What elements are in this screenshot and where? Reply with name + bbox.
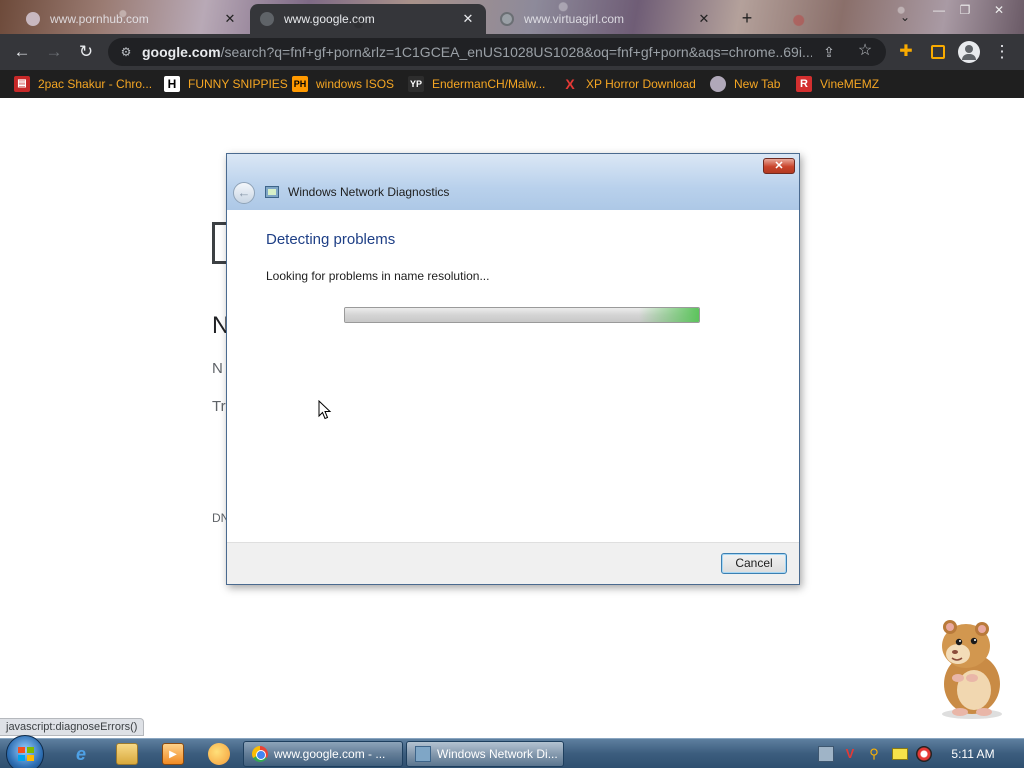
address-bar[interactable]: ⚙ google.com/search?q=fnf+gf+porn&rlz=1C… <box>108 38 886 66</box>
windows-logo-icon <box>18 747 34 761</box>
taskbar: e ▶ www.google.com - ... Windows Network… <box>0 735 1024 768</box>
message-tray-icon[interactable] <box>892 748 908 760</box>
url-text[interactable]: google.com/search?q=fnf+gf+porn&rlz=1C1G… <box>142 43 812 61</box>
bookmark-label: New Tab <box>734 77 781 91</box>
extensions-icon[interactable]: ✚ <box>894 40 918 64</box>
bookmark-label: EndermanCH/Malw... <box>432 77 546 91</box>
browser-menu-button[interactable]: ⋮ <box>990 40 1014 64</box>
network-diagnostics-dialog: ✕ ← Windows Network Diagnostics Detectin… <box>226 153 800 585</box>
site-info-icon[interactable]: ⚙ <box>118 44 134 60</box>
progress-fill <box>345 308 699 322</box>
bookmark-label: VineMEMZ <box>820 77 880 91</box>
progress-bar <box>344 307 700 323</box>
minimize-window-button[interactable]: — <box>928 2 950 18</box>
close-window-button[interactable]: ✕ <box>988 2 1010 18</box>
restore-window-button[interactable]: ❐ <box>954 2 976 18</box>
bookmark-vinememz[interactable]: R VineMEMZ <box>796 75 879 93</box>
taskbar-item-network-diagnostics[interactable]: Windows Network Di... <box>406 741 564 767</box>
tab-search-button[interactable]: ⌄ <box>896 8 914 26</box>
tab-title: www.virtuagirl.com <box>524 12 625 26</box>
close-tab-icon[interactable]: ✕ <box>460 11 476 27</box>
globe-icon <box>500 12 514 26</box>
network-diagnostics-icon <box>265 186 279 198</box>
side-panel-icon[interactable] <box>926 40 950 64</box>
status-bubble: javascript:diagnoseErrors() <box>0 718 145 736</box>
bookmark-favicon-icon: X <box>565 76 575 92</box>
taskbar-item-label: www.google.com - ... <box>274 747 386 761</box>
chrome-icon <box>252 746 268 762</box>
tab-favicon <box>26 12 40 26</box>
antivirus-tray-icon[interactable]: V <box>842 746 858 762</box>
dialog-heading: Detecting problems <box>266 231 396 248</box>
bookmark-label: XP Horror Download <box>586 77 696 91</box>
network-tray-icon[interactable] <box>818 746 834 762</box>
close-tab-icon[interactable]: ✕ <box>222 11 238 27</box>
bookmark-label: FUNNY SNIPPIES <box>188 77 288 91</box>
dialog-close-button[interactable]: ✕ <box>763 158 795 174</box>
bookmark-favicon-icon: YP <box>408 76 424 92</box>
tab-title: www.google.com <box>284 12 375 26</box>
tab-title: www.pornhub.com <box>50 12 149 26</box>
back-button[interactable]: ← <box>10 40 34 64</box>
bookmark-endermanch[interactable]: YP EndermanCH/Malw... <box>408 75 545 93</box>
internet-explorer-icon[interactable]: e <box>70 743 92 765</box>
tab-strip: www.pornhub.com ✕ www.google.com ✕ www.v… <box>0 0 1024 34</box>
bookmark-funny-snippies[interactable]: H FUNNY SNIPPIES <box>164 75 288 93</box>
bookmark-label: 2pac Shakur - Chro... <box>38 77 153 91</box>
start-button[interactable] <box>6 735 44 768</box>
bookmark-2pac[interactable]: ▤ 2pac Shakur - Chro... <box>14 75 152 93</box>
dialog-status-text: Looking for problems in name resolution.… <box>266 269 490 283</box>
file-explorer-icon[interactable] <box>116 743 138 765</box>
browser-toolbar: ← → ↻ ⚙ google.com/search?q=fnf+gf+porn&… <box>0 34 1024 70</box>
bookmark-windows-isos[interactable]: PH windows ISOS <box>292 75 394 93</box>
profile-avatar[interactable] <box>958 41 980 63</box>
new-tab-button[interactable]: + <box>736 8 758 28</box>
dialog-title: Windows Network Diagnostics <box>288 185 450 199</box>
tab-pornhub[interactable]: www.pornhub.com ✕ <box>16 4 248 34</box>
close-tab-icon[interactable]: ✕ <box>696 11 712 27</box>
share-icon[interactable]: ⇪ <box>820 43 838 61</box>
bookmarks-bar: ▤ 2pac Shakur - Chro... H FUNNY SNIPPIES… <box>0 70 1024 98</box>
forward-button[interactable]: → <box>42 40 66 64</box>
bookmark-favicon-icon: PH <box>292 76 308 92</box>
bookmark-new-tab[interactable]: New Tab <box>710 75 780 93</box>
bookmark-favicon-icon <box>710 76 726 92</box>
search-tray-icon[interactable]: ⚲ <box>866 746 882 762</box>
tab-favicon <box>260 12 274 26</box>
bookmark-favicon-icon: ▤ <box>14 76 30 92</box>
hamster-mascot-icon <box>942 620 1002 719</box>
bookmark-favicon-icon: R <box>796 76 812 92</box>
paint-icon[interactable] <box>208 743 230 765</box>
dialog-back-button[interactable]: ← <box>233 182 255 204</box>
cancel-button[interactable]: Cancel <box>721 553 787 574</box>
bookmark-favicon-icon: H <box>164 76 180 92</box>
url-host: google.com <box>142 44 221 60</box>
mouse-cursor-icon <box>318 400 332 420</box>
bookmark-xp-horror[interactable]: X XP Horror Download <box>562 75 696 93</box>
dialog-titlebar: ✕ ← Windows Network Diagnostics <box>227 154 799 210</box>
network-diagnostics-icon <box>415 746 431 762</box>
bookmark-star-icon[interactable]: ☆ <box>856 42 874 60</box>
url-path: /search?q=fnf+gf+porn&rlz=1C1GCEA_enUS10… <box>220 44 812 60</box>
bookmark-label: windows ISOS <box>316 77 395 91</box>
media-tray-icon[interactable] <box>916 746 932 762</box>
taskbar-item-label: Windows Network Di... <box>437 747 558 761</box>
taskbar-item-chrome[interactable]: www.google.com - ... <box>243 741 403 767</box>
tab-google[interactable]: www.google.com ✕ <box>250 4 486 34</box>
page-text-fragment: Tr <box>212 398 226 415</box>
dialog-footer: Cancel <box>227 542 799 584</box>
tab-virtuagirl[interactable]: www.virtuagirl.com ✕ <box>490 4 722 34</box>
reload-button[interactable]: ↻ <box>74 40 98 64</box>
clock[interactable]: 5:11 AM <box>940 739 1006 768</box>
media-player-icon[interactable]: ▶ <box>162 743 184 765</box>
page-text-fragment: N <box>212 360 223 377</box>
